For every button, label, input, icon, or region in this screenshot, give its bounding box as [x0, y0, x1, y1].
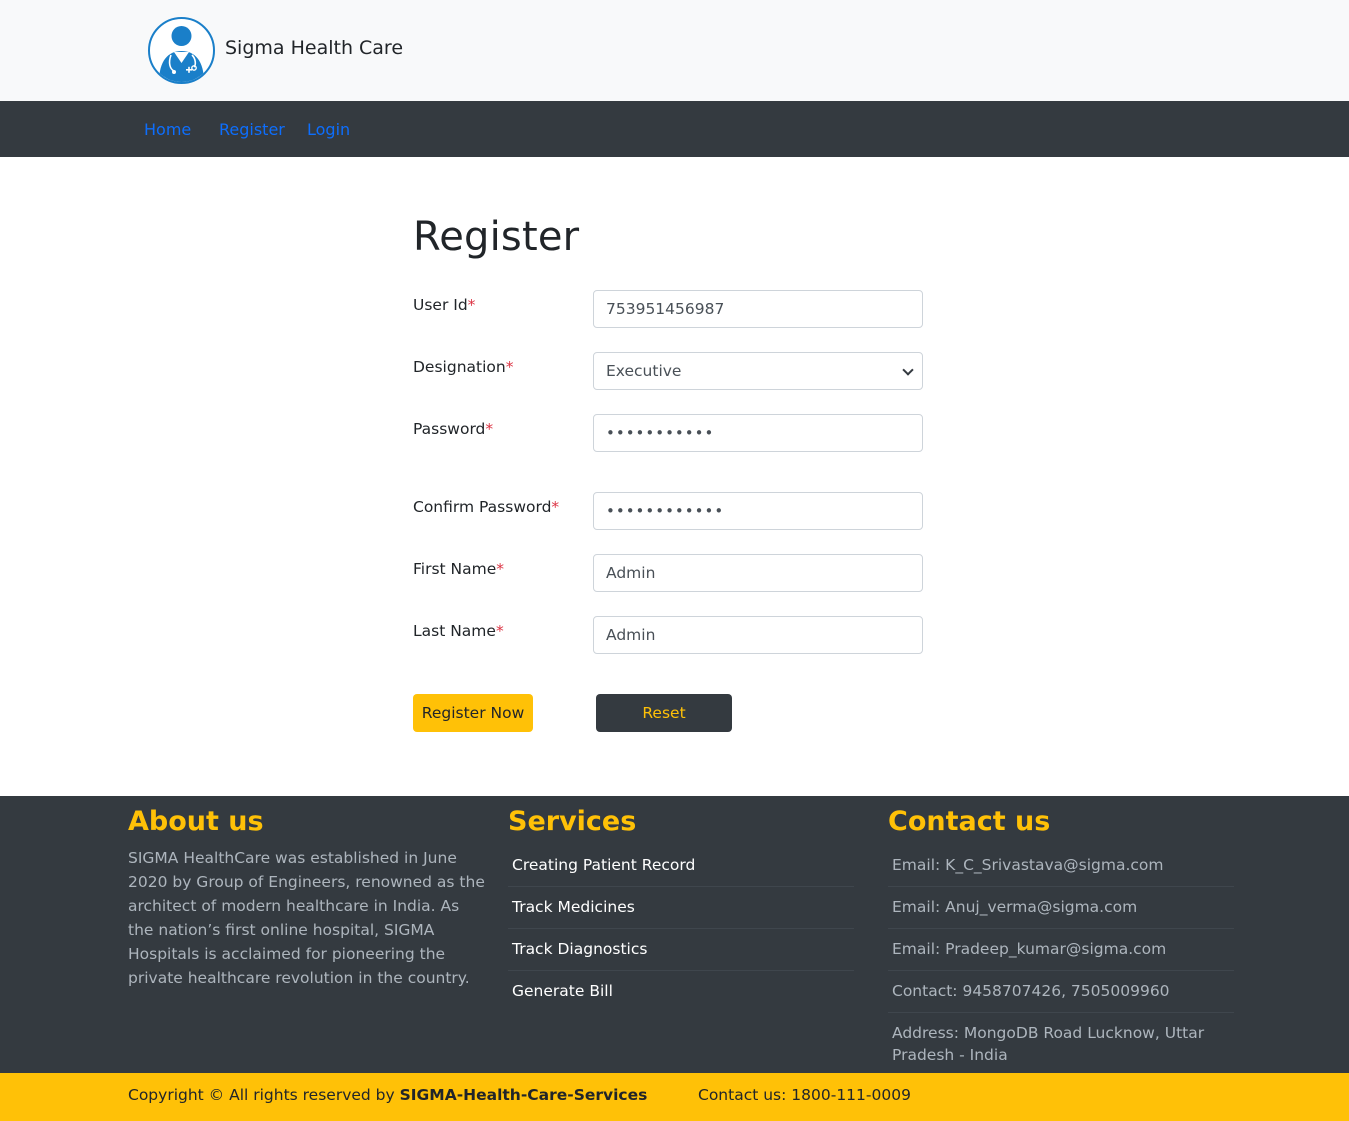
- service-item[interactable]: Track Medicines: [508, 887, 854, 929]
- required-mark: *: [505, 358, 514, 376]
- first-name-input[interactable]: Admin: [593, 554, 923, 592]
- contact-item: Email: K_C_Srivastava@sigma.com: [888, 845, 1234, 887]
- last-name-input[interactable]: Admin: [593, 616, 923, 654]
- register-now-button[interactable]: Register Now: [413, 694, 533, 732]
- required-mark: *: [496, 560, 505, 578]
- password-label: Password*: [413, 420, 494, 438]
- contact-list: Email: K_C_Srivastava@sigma.com Email: A…: [888, 845, 1234, 1076]
- chevron-down-icon: [902, 364, 914, 376]
- brand-bar: Sigma Health Care: [0, 0, 1349, 101]
- services-list: Creating Patient Record Track Medicines …: [508, 845, 854, 1012]
- service-item[interactable]: Creating Patient Record: [508, 845, 854, 887]
- copyright-contact: Contact us: 1800-111-0009: [698, 1086, 911, 1104]
- footer: About us SIGMA HealthCare was establishe…: [0, 796, 1349, 1073]
- designation-selected-value: Executive: [606, 362, 682, 380]
- contact-item: Address: MongoDB Road Lucknow, Uttar Pra…: [892, 1024, 1205, 1064]
- last-name-label: Last Name*: [413, 622, 504, 640]
- contact-item: Contact: 9458707426, 7505009960: [888, 971, 1234, 1013]
- required-mark: *: [467, 296, 476, 314]
- copyright-bar: Copyright © All rights reserved by SIGMA…: [0, 1073, 1349, 1121]
- services-heading: Services: [508, 806, 637, 837]
- nav-register[interactable]: Register: [219, 120, 285, 139]
- doctor-icon[interactable]: [148, 17, 215, 84]
- required-mark: *: [551, 498, 560, 516]
- confirm-password-input[interactable]: ••••••••••••: [593, 492, 923, 530]
- reset-button[interactable]: Reset: [596, 694, 732, 732]
- copyright-text: Copyright © All rights reserved by SIGMA…: [128, 1086, 648, 1104]
- about-heading: About us: [128, 806, 264, 837]
- user-id-input[interactable]: 753951456987: [593, 290, 923, 328]
- user-id-label: User Id*: [413, 296, 476, 314]
- service-item[interactable]: Generate Bill: [508, 971, 854, 1012]
- brand-name[interactable]: Sigma Health Care: [225, 37, 403, 59]
- main-navbar: Home Register Login: [0, 101, 1349, 157]
- contact-item: Email: Pradeep_kumar@sigma.com: [888, 929, 1234, 971]
- first-name-label: First Name*: [413, 560, 505, 578]
- confirm-password-label: Confirm Password*: [413, 498, 560, 516]
- service-item[interactable]: Track Diagnostics: [508, 929, 854, 971]
- about-text: SIGMA HealthCare was established in June…: [128, 849, 485, 987]
- contact-heading: Contact us: [888, 806, 1051, 837]
- copyright-org: SIGMA-Health-Care-Services: [399, 1086, 648, 1104]
- password-input[interactable]: •••••••••••: [593, 414, 923, 452]
- required-mark: *: [485, 420, 494, 438]
- nav-login[interactable]: Login: [307, 120, 350, 139]
- contact-item: Email: Anuj_verma@sigma.com: [888, 887, 1234, 929]
- designation-label: Designation*: [413, 358, 514, 376]
- page-title: Register: [413, 214, 580, 260]
- nav-home[interactable]: Home: [144, 120, 191, 139]
- required-mark: *: [495, 622, 504, 640]
- designation-select[interactable]: Executive: [593, 352, 923, 390]
